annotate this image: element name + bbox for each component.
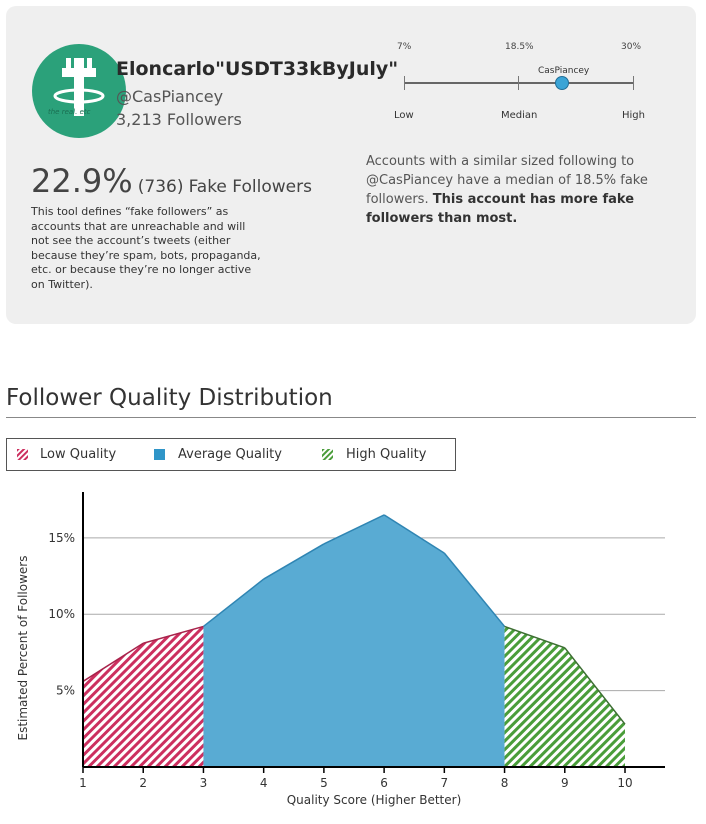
x-tick-label: 7 — [441, 776, 449, 790]
avatar-text: the real. etc — [48, 108, 91, 116]
area-region-low-quality — [83, 626, 204, 767]
x-tick-label: 1 — [79, 776, 87, 790]
scale-marker-dot — [555, 76, 569, 90]
x-tick-label: 10 — [617, 776, 632, 790]
y-axis-label: Estimated Percent of Followers — [16, 556, 30, 741]
tether-logo-icon: the real. etc — [48, 58, 105, 116]
legend-swatch-average — [154, 449, 165, 460]
title-divider — [6, 417, 696, 418]
x-tick-label: 4 — [260, 776, 268, 790]
scale-median-label: Median — [501, 110, 538, 121]
legend-label-low: Low Quality — [40, 447, 117, 462]
quality-distribution-chart: 5% 10% 15% 1 2 3 4 5 6 7 8 9 10 Estimated Percent of… — [16, 492, 665, 807]
area-region-average-quality — [203, 514, 505, 767]
fake-percent: 22.9% — [31, 162, 133, 200]
profile-name: Eloncarlo"USDT33kByJuly" — [116, 58, 399, 80]
scale-median-value: 18.5% — [505, 42, 534, 52]
scale-marker-label: CasPiancey — [538, 66, 590, 76]
scale-high-label: High — [622, 110, 645, 121]
x-tick-label: 2 — [139, 776, 147, 790]
scale-tick-median — [518, 76, 519, 90]
x-tick-label: 9 — [561, 776, 569, 790]
avatar[interactable]: the real. etc — [32, 44, 126, 138]
x-tick-label: 5 — [320, 776, 328, 790]
scale-low-value: 7% — [397, 42, 412, 52]
x-axis-label: Quality Score (Higher Better) — [287, 793, 462, 807]
fake-summary: 22.9% (736) Fake Followers — [31, 162, 312, 200]
follower-count: 3,213 Followers — [116, 110, 242, 129]
fake-scale: 7% 18.5% 30% CasPiancey Low Median High — [394, 42, 654, 122]
legend-label-high: High Quality — [346, 447, 427, 462]
fake-count: (736) — [137, 177, 184, 197]
legend-label-average: Average Quality — [178, 447, 282, 462]
legend-swatch-high — [322, 449, 333, 460]
scale-tick-low — [404, 76, 405, 90]
legend-swatch-low — [17, 449, 28, 460]
y-tick-label: 5% — [56, 684, 75, 698]
distribution-title: Follower Quality Distribution — [6, 385, 333, 411]
scale-high-value: 30% — [621, 42, 642, 52]
y-tick-label: 15% — [48, 531, 75, 545]
scale-tick-high — [633, 76, 634, 90]
comparison-text: Accounts with a similar sized following … — [366, 152, 666, 228]
profile-handle[interactable]: @CasPiancey — [116, 87, 223, 106]
fake-definition: This tool defines “fake followers” as ac… — [31, 205, 261, 291]
x-tick-label: 6 — [380, 776, 388, 790]
profile-card: the real. etc Eloncarlo"USDT33kByJuly" @… — [6, 6, 696, 324]
scale-bar — [404, 82, 634, 84]
chart-legend: Low Quality Average Quality High Quality — [6, 438, 456, 471]
scale-low-label: Low — [394, 110, 414, 121]
x-tick-label: 3 — [200, 776, 208, 790]
fake-label: Fake Followers — [188, 177, 312, 197]
y-tick-label: 10% — [48, 607, 75, 621]
x-tick-label: 8 — [501, 776, 509, 790]
